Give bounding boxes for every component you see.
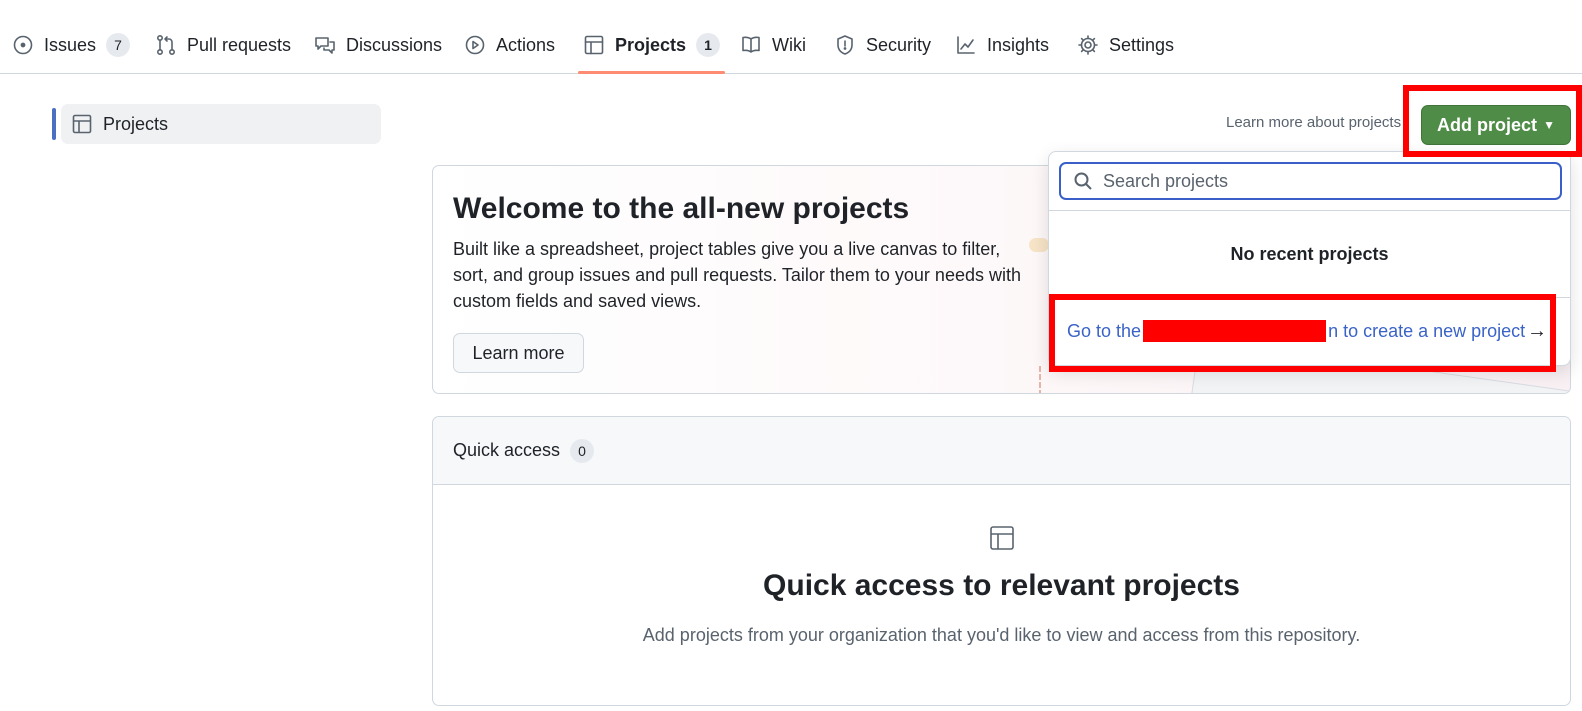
shield-icon bbox=[834, 34, 856, 56]
issue-opened-icon bbox=[12, 34, 34, 56]
book-icon bbox=[740, 34, 762, 56]
pull-request-icon bbox=[155, 34, 177, 56]
tab-label: Issues bbox=[44, 34, 97, 55]
tab-label: Actions bbox=[496, 34, 556, 55]
no-recent-projects-message: No recent projects bbox=[1230, 244, 1389, 264]
search-projects-input[interactable] bbox=[1103, 170, 1543, 192]
table-icon bbox=[71, 113, 93, 135]
decorative-tag bbox=[1029, 238, 1049, 252]
tab-label: Insights bbox=[987, 34, 1050, 55]
tab-discussions[interactable]: Discussions bbox=[314, 28, 442, 62]
projects-counter: 1 bbox=[696, 33, 721, 57]
quick-access-counter: 0 bbox=[570, 438, 595, 463]
gear-icon bbox=[1077, 34, 1099, 56]
tab-security[interactable]: Security bbox=[834, 28, 931, 62]
decorative-dashed-line bbox=[1039, 366, 1041, 393]
banner-title: Welcome to the all-new projects bbox=[453, 192, 910, 225]
tab-actions[interactable]: Actions bbox=[464, 28, 555, 62]
learn-more-button[interactable]: Learn more bbox=[453, 333, 584, 373]
quick-access-header: Quick access 0 bbox=[433, 417, 1570, 485]
annotation-highlight-create-link bbox=[1049, 294, 1556, 372]
quick-access-panel: Quick access 0 Quick access to relevant … bbox=[432, 416, 1571, 706]
tab-projects[interactable]: Projects 1 bbox=[583, 28, 721, 62]
tab-label: Security bbox=[866, 34, 932, 55]
tab-label: Discussions bbox=[346, 34, 443, 55]
search-icon bbox=[1074, 172, 1092, 190]
tab-settings[interactable]: Settings bbox=[1077, 28, 1174, 62]
issues-counter: 7 bbox=[106, 33, 131, 57]
divider bbox=[1049, 210, 1570, 211]
quick-access-empty-heading: Quick access to relevant projects bbox=[763, 569, 1240, 602]
graph-icon bbox=[955, 34, 977, 56]
table-icon bbox=[583, 34, 605, 56]
learn-more-about-projects-link[interactable]: Learn more about projects bbox=[1226, 114, 1401, 131]
sidebar-selected-marker bbox=[52, 108, 56, 140]
sidebar-item-label: Projects bbox=[103, 113, 169, 134]
tab-label: Wiki bbox=[772, 34, 806, 55]
tab-issues[interactable]: Issues 7 bbox=[12, 28, 131, 62]
table-icon bbox=[988, 524, 1016, 552]
tab-wiki[interactable]: Wiki bbox=[740, 28, 806, 62]
play-icon bbox=[464, 34, 486, 56]
tab-insights[interactable]: Insights bbox=[955, 28, 1049, 62]
tab-pull-requests[interactable]: Pull requests bbox=[155, 28, 291, 62]
selected-tab-underline bbox=[578, 71, 725, 74]
tab-label: Settings bbox=[1109, 34, 1175, 55]
discussions-icon bbox=[314, 34, 336, 56]
banner-description: Built like a spreadsheet, project tables… bbox=[453, 239, 1021, 311]
tab-label: Pull requests bbox=[187, 34, 292, 55]
annotation-highlight-add-project bbox=[1403, 85, 1582, 157]
search-projects-field[interactable] bbox=[1059, 162, 1562, 200]
tab-label: Projects bbox=[615, 34, 687, 55]
sidebar-item-projects[interactable]: Projects bbox=[61, 104, 381, 144]
quick-access-empty-description: Add projects from your organization that… bbox=[642, 625, 1361, 645]
quick-access-title: Quick access bbox=[453, 440, 561, 460]
repo-tab-nav: Issues 7 Pull requests Discussions Actio… bbox=[0, 0, 1582, 74]
